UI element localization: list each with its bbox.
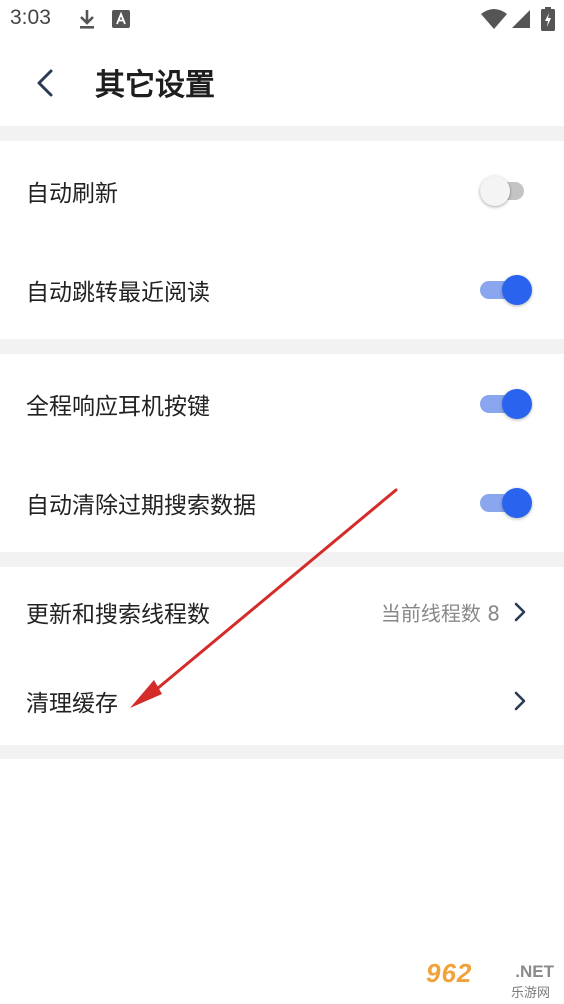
back-button[interactable] — [24, 62, 66, 104]
thread-count-value: 当前线程数 8 — [380, 601, 500, 625]
wifi-icon — [480, 9, 508, 33]
back-chevron-icon — [37, 69, 53, 97]
chevron-right-icon — [514, 691, 526, 710]
setting-row-headset-keys[interactable]: 全程响应耳机按键 — [0, 354, 564, 453]
auto-refresh-toggle[interactable] — [480, 174, 534, 208]
setting-label: 自动刷新 — [26, 180, 118, 207]
status-time: 3:03 — [10, 6, 51, 29]
signal-icon — [511, 9, 531, 33]
status-bar: 3:03 — [0, 0, 564, 40]
section-divider — [0, 339, 564, 354]
setting-row-auto-refresh[interactable]: 自动刷新 — [0, 141, 564, 240]
download-icon — [78, 8, 96, 34]
clear-search-data-toggle[interactable] — [480, 486, 534, 520]
setting-label: 自动清除过期搜索数据 — [26, 492, 256, 519]
section-divider — [0, 552, 564, 567]
app-bar: 其它设置 — [0, 40, 564, 126]
setting-row-thread-count[interactable]: 更新和搜索线程数 当前线程数 8 — [0, 567, 564, 656]
watermark-suffix: .NET — [515, 962, 554, 981]
headset-keys-toggle[interactable] — [480, 387, 534, 421]
setting-label: 自动跳转最近阅读 — [26, 279, 210, 306]
watermark-sub: 乐游网 — [510, 986, 550, 1001]
setting-row-clear-cache[interactable]: 清理缓存 — [0, 656, 564, 745]
setting-row-auto-jump-recent[interactable]: 自动跳转最近阅读 — [0, 240, 564, 339]
chevron-right-icon — [514, 602, 526, 621]
setting-label: 清理缓存 — [26, 690, 118, 717]
setting-label: 全程响应耳机按键 — [26, 393, 210, 420]
setting-label: 更新和搜索线程数 — [26, 601, 210, 628]
battery-icon — [541, 7, 555, 35]
font-a-icon — [112, 10, 130, 32]
watermark-logo: 962 .NET 乐游网 — [426, 958, 556, 1001]
section-divider — [0, 745, 564, 759]
setting-row-clear-search-data[interactable]: 自动清除过期搜索数据 — [0, 453, 564, 552]
section-divider — [0, 126, 564, 141]
auto-jump-recent-toggle[interactable] — [480, 273, 534, 307]
page-title: 其它设置 — [95, 68, 215, 103]
watermark-main: 962 — [426, 958, 473, 988]
